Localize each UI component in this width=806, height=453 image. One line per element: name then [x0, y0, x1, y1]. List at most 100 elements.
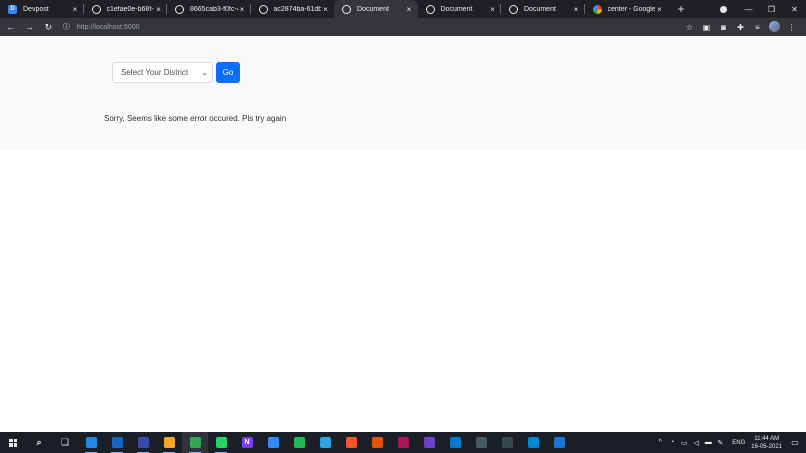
vscode-taskbar-button[interactable]: [442, 432, 468, 453]
close-tab-icon[interactable]: ×: [321, 5, 330, 14]
telegram-taskbar-button[interactable]: [312, 432, 338, 453]
tab-google-search[interactable]: center - Google S ×: [585, 0, 669, 18]
clock[interactable]: 11:44 AM 16-05-2021: [751, 435, 782, 451]
tray-app-icon[interactable]: ◔: [666, 439, 678, 446]
back-button[interactable]: ←: [2, 22, 19, 32]
close-window-button[interactable]: ✕: [783, 5, 806, 14]
address-bar[interactable]: ⓘ http://localhost:5000: [63, 19, 681, 35]
error-message: Sorry, Seems like some error occured. Pl…: [104, 114, 287, 123]
globe-icon: [91, 4, 101, 14]
start-button[interactable]: [0, 438, 26, 447]
task-view-icon: ❏: [59, 437, 71, 448]
spotify-taskbar-button[interactable]: [286, 432, 312, 453]
tab-title: Document: [440, 5, 473, 13]
maximize-button[interactable]: ❐: [760, 5, 783, 14]
taskbar-apps: ⌕ ❏ N: [26, 432, 572, 453]
onenote-taskbar-button[interactable]: N: [234, 432, 260, 453]
app-5-taskbar-button[interactable]: [494, 432, 520, 453]
volume-icon[interactable]: ◁: [690, 439, 702, 447]
toolbar-actions: ☆ ▣ ◙ ✚ ≡ ⋮: [681, 20, 806, 34]
tab-title: c1efae0e-b68f-47: [106, 5, 155, 13]
app-icon-2: [371, 437, 383, 448]
reading-list-icon[interactable]: ≡: [749, 23, 766, 32]
spotify-icon: [293, 437, 305, 448]
search-taskbar-button[interactable]: ⌕: [26, 432, 52, 453]
address-url[interactable]: http://localhost:5000: [77, 24, 140, 31]
app-1-taskbar-button[interactable]: [78, 432, 104, 453]
close-tab-icon[interactable]: ×: [488, 5, 497, 14]
chrome-taskbar-button[interactable]: [182, 432, 208, 453]
tab-document-active[interactable]: Document ×: [334, 0, 418, 18]
puzzle-extensions-icon[interactable]: ✚: [732, 23, 749, 32]
tab-document-3[interactable]: Document ×: [501, 0, 585, 18]
app-3-taskbar-button[interactable]: [390, 432, 416, 453]
app-icon-6: [527, 437, 539, 448]
whatsapp-taskbar-button[interactable]: [208, 432, 234, 453]
tab-title: 8665cab3-f0fc-4f: [190, 5, 238, 13]
azure-taskbar-button[interactable]: [130, 432, 156, 453]
notifications-icon[interactable]: ▭: [788, 438, 802, 447]
zoom-taskbar-button[interactable]: [260, 432, 286, 453]
windows-taskbar: ⌕ ❏ N ^ ◔ ▭ ◁ ▬ ✎ ENG 11:44 AM 16-05-2021 …: [0, 432, 806, 453]
store-taskbar-button[interactable]: [104, 432, 130, 453]
new-tab-button[interactable]: +: [672, 0, 690, 18]
site-info-icon[interactable]: ⓘ: [63, 22, 73, 32]
app-2-taskbar-button[interactable]: [364, 432, 390, 453]
zoom-icon: [267, 437, 279, 448]
profile-dot-icon[interactable]: [720, 5, 727, 13]
tray-network-icon[interactable]: ▭: [678, 439, 690, 447]
pen-icon[interactable]: ✎: [714, 439, 726, 447]
app-icon-7: [553, 437, 565, 448]
app-6-taskbar-button[interactable]: [520, 432, 546, 453]
app-icon-3: [397, 437, 409, 448]
close-tab-icon[interactable]: ×: [655, 5, 664, 14]
tab-title: center - Google S: [607, 5, 656, 13]
github-taskbar-button[interactable]: [416, 432, 442, 453]
bookmark-star-icon[interactable]: ☆: [681, 23, 698, 32]
reload-button[interactable]: ↻: [40, 22, 57, 33]
tab-title: Document: [524, 5, 556, 13]
go-button[interactable]: Go: [216, 62, 240, 83]
task-view-taskbar-button[interactable]: ❏: [52, 432, 78, 453]
tab-title: ac2874ba-61db-4: [273, 5, 322, 13]
browser-toolbar: ← → ↻ ⓘ http://localhost:5000 ☆ ▣ ◙ ✚ ≡ …: [0, 18, 806, 36]
camera-extension-icon[interactable]: ◙: [715, 23, 732, 32]
app-4-taskbar-button[interactable]: [468, 432, 494, 453]
tab-c1efae0e[interactable]: c1efae0e-b68f-47 ×: [84, 0, 167, 18]
close-tab-icon[interactable]: ×: [405, 5, 414, 14]
chrome-icon: [189, 437, 201, 448]
whatsapp-icon: [215, 437, 227, 448]
close-tab-icon[interactable]: ×: [154, 5, 163, 14]
extension-icon[interactable]: ▣: [698, 23, 715, 32]
search-icon: ⌕: [33, 437, 45, 448]
close-tab-icon[interactable]: ×: [572, 5, 581, 14]
window-controls: — ❐ ✕: [720, 0, 806, 18]
clock-time: 11:44 AM: [754, 435, 780, 442]
azure-icon: [137, 437, 149, 448]
brave-icon: [345, 437, 357, 448]
file-explorer-icon: [163, 437, 175, 448]
forward-button[interactable]: →: [21, 22, 38, 32]
tray-chevron-icon[interactable]: ^: [654, 439, 666, 446]
minimize-button[interactable]: —: [737, 5, 760, 14]
avatar[interactable]: [766, 20, 783, 34]
close-tab-icon[interactable]: ×: [238, 5, 247, 14]
district-panel: Select Your District ⌄ Go Sorry, Seems l…: [0, 36, 806, 150]
close-tab-icon[interactable]: ×: [71, 5, 80, 14]
app-icon-5: [501, 437, 513, 448]
app-icon-4: [475, 437, 487, 448]
menu-icon[interactable]: ⋮: [783, 23, 800, 32]
district-select[interactable]: Select Your District ⌄: [112, 62, 213, 83]
tab-8665cab3[interactable]: 8665cab3-f0fc-4f ×: [167, 0, 251, 18]
tab-document-2[interactable]: Document ×: [418, 0, 501, 18]
tab-ac2874ba[interactable]: ac2874ba-61db-4 ×: [251, 0, 335, 18]
tab-devpost[interactable]: D Devpost ×: [0, 0, 84, 18]
tab-title: Document: [357, 5, 389, 13]
clock-date: 16-05-2021: [751, 443, 782, 450]
file-explorer-taskbar-button[interactable]: [156, 432, 182, 453]
battery-icon[interactable]: ▬: [702, 439, 714, 446]
system-tray: ^ ◔ ▭ ◁ ▬ ✎ ENG 11:44 AM 16-05-2021 ▭: [654, 435, 806, 451]
language-indicator[interactable]: ENG: [732, 440, 745, 446]
brave-taskbar-button[interactable]: [338, 432, 364, 453]
app-7-taskbar-button[interactable]: [546, 432, 572, 453]
